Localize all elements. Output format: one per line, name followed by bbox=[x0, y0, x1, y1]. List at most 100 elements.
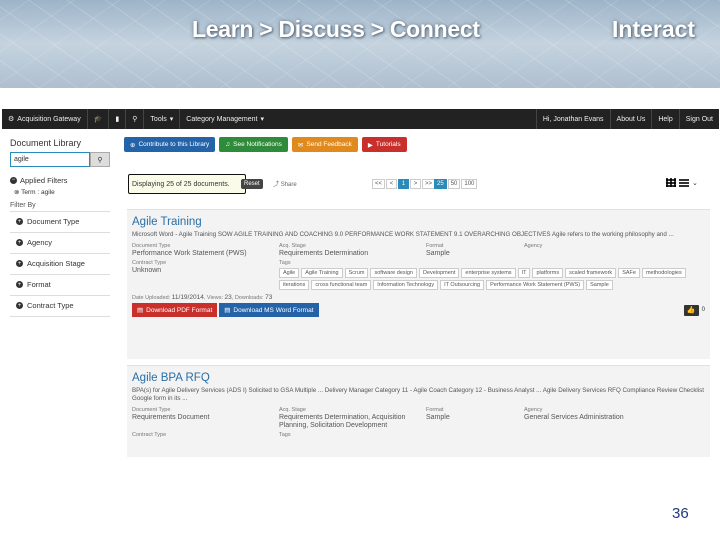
tag[interactable]: software design bbox=[370, 268, 417, 278]
grid-view-icon[interactable] bbox=[666, 178, 676, 187]
applied-filters-toggle[interactable]: − Applied Filters bbox=[10, 173, 110, 188]
meta-tags: Tags Agile Agile Training Scrum software… bbox=[279, 260, 699, 290]
chevron-down-icon: ▾ bbox=[260, 116, 265, 123]
applied-term[interactable]: ⊗ Term : agile bbox=[10, 188, 110, 196]
page-size-100[interactable]: 100 bbox=[461, 179, 478, 189]
search-button[interactable]: ⚲ bbox=[90, 152, 110, 167]
action-buttons: ⊕ Contribute to this Library ♫ See Notif… bbox=[124, 137, 714, 152]
reset-button[interactable]: Reset bbox=[241, 179, 263, 189]
meta-agency: Agency bbox=[524, 243, 674, 258]
meta-row: Document Type Requirements Document Acq.… bbox=[132, 407, 705, 430]
facet-document-type[interactable]: + Document Type bbox=[10, 212, 110, 233]
search-input[interactable]: agile bbox=[10, 152, 90, 167]
tag[interactable]: Development bbox=[418, 268, 460, 278]
view-switcher: ⌄ bbox=[666, 178, 698, 187]
meta-acq-stage: Acq. Stage Requirements Determination bbox=[279, 243, 426, 258]
tag[interactable]: Agile Training bbox=[301, 268, 343, 278]
results-toolbar: Displaying 25 of 25 documents. Reset ⤴ S… bbox=[128, 174, 712, 194]
search-icon: ⚲ bbox=[97, 156, 103, 164]
meta-label: Document Type bbox=[132, 243, 171, 249]
tag[interactable]: platforms bbox=[532, 268, 564, 278]
facet-agency[interactable]: + Agency bbox=[10, 233, 110, 254]
feedback-button[interactable]: ✉ Send Feedback bbox=[291, 137, 358, 152]
tag[interactable]: methodologies bbox=[641, 268, 686, 278]
nav-category-menu[interactable]: Category Management ▾ bbox=[179, 109, 270, 129]
result-title[interactable]: Agile Training bbox=[132, 216, 705, 228]
meta-label: Tags bbox=[279, 260, 291, 266]
contribute-label: Contribute to this Library bbox=[138, 141, 210, 148]
notifications-button[interactable]: ♫ See Notifications bbox=[219, 137, 288, 152]
plus-circle-icon: + bbox=[16, 302, 23, 309]
facet-acquisition-stage[interactable]: + Acquisition Stage bbox=[10, 254, 110, 275]
meta-row: Document Type Performance Work Statement… bbox=[132, 243, 705, 258]
envelope-icon: ✉ bbox=[297, 141, 304, 149]
result-snippet: Microsoft Word - Agile Training SOW AGIL… bbox=[132, 231, 674, 238]
views-label: Views: bbox=[206, 295, 223, 301]
views-count: 23 bbox=[224, 294, 232, 301]
page-size-25[interactable]: 25 bbox=[434, 179, 447, 189]
tutorials-button[interactable]: ▶ Tutorials bbox=[361, 137, 407, 152]
meta-label: Acq. Stage bbox=[279, 243, 306, 249]
download-word-label: Download MS Word Format bbox=[233, 306, 314, 314]
page-first[interactable]: << bbox=[372, 179, 386, 189]
meta-format: Format Sample bbox=[426, 243, 524, 258]
meta-label: Format bbox=[426, 243, 444, 249]
tag-list: Agile Agile Training Scrum software desi… bbox=[279, 268, 699, 290]
tag[interactable]: Sample bbox=[586, 280, 613, 290]
feedback-label: Send Feedback bbox=[306, 141, 352, 148]
tag[interactable]: IT Outsourcing bbox=[440, 280, 485, 290]
nav-tools-menu[interactable]: Tools ▾ bbox=[143, 109, 179, 129]
tag[interactable]: enterprise systems bbox=[461, 268, 516, 278]
page-size-options: 25 50 100 bbox=[434, 179, 478, 189]
page-prev[interactable]: < bbox=[386, 179, 398, 189]
meta-value: Requirements Document bbox=[132, 414, 210, 421]
facet-label: Format bbox=[27, 280, 51, 289]
remove-circle-icon: ⊗ bbox=[14, 189, 20, 196]
tag[interactable]: Performance Work Statement (PWS) bbox=[486, 280, 585, 290]
result-title[interactable]: Agile BPA RFQ bbox=[132, 372, 705, 384]
meta-row: Contract Type Unknown Tags Agile Agile T… bbox=[132, 260, 705, 290]
share-button[interactable]: ⤴ Share bbox=[273, 179, 297, 188]
nav-about[interactable]: About Us bbox=[609, 109, 652, 129]
tag[interactable]: cross functional team bbox=[311, 280, 372, 290]
filter-by-heading: Filter By bbox=[10, 202, 110, 212]
nav-search-icon[interactable]: ⚲ bbox=[125, 109, 143, 129]
video-icon: ▶ bbox=[367, 141, 373, 149]
pagination: << < 1 > >> bbox=[372, 179, 436, 189]
tag[interactable]: SAFe bbox=[618, 268, 640, 278]
slide-number: 36 bbox=[672, 505, 689, 522]
tag[interactable]: Scrum bbox=[344, 268, 369, 278]
facet-label: Contract Type bbox=[27, 301, 74, 310]
nav-user[interactable]: Hi, Jonathan Evans bbox=[535, 109, 610, 129]
download-pdf-button[interactable]: ▤ Download PDF Format bbox=[132, 303, 218, 317]
facet-contract-type[interactable]: + Contract Type bbox=[10, 296, 110, 317]
nav-signout[interactable]: Sign Out bbox=[678, 109, 719, 129]
meta-contract-type: Contract Type Unknown bbox=[132, 260, 279, 290]
thumbs-up-icon[interactable]: 👍 bbox=[683, 304, 699, 316]
plus-circle-icon: + bbox=[16, 260, 23, 267]
meta-label: Agency bbox=[524, 407, 543, 413]
page-next[interactable]: > bbox=[410, 179, 422, 189]
meta-format: Format Sample bbox=[426, 407, 524, 430]
chevron-down-icon[interactable]: ⌄ bbox=[692, 179, 698, 187]
search-row: agile ⚲ bbox=[10, 152, 110, 167]
nav-folder-icon[interactable]: ▮ bbox=[108, 109, 125, 129]
nav-brand[interactable]: ⚙ Acquisition Gateway bbox=[2, 109, 87, 129]
contribute-button[interactable]: ⊕ Contribute to this Library bbox=[124, 137, 216, 152]
tag[interactable]: Agile bbox=[279, 268, 300, 278]
applied-filters-label: Applied Filters bbox=[20, 176, 68, 185]
list-view-icon[interactable] bbox=[679, 178, 689, 187]
tag[interactable]: iterations bbox=[279, 280, 310, 290]
pdf-file-icon: ▤ bbox=[137, 307, 144, 314]
tag[interactable]: IT bbox=[517, 268, 531, 278]
page-current[interactable]: 1 bbox=[398, 179, 410, 189]
nav-help[interactable]: Help bbox=[651, 109, 678, 129]
page-size-50[interactable]: 50 bbox=[447, 179, 461, 189]
download-word-button[interactable]: ▤ Download MS Word Format bbox=[219, 303, 319, 317]
facet-format[interactable]: + Format bbox=[10, 275, 110, 296]
nav-tools-label: Tools bbox=[150, 115, 167, 123]
nav-training-icon[interactable]: 🎓 bbox=[86, 109, 109, 129]
tag[interactable]: scaled framework bbox=[565, 268, 617, 278]
tag[interactable]: Information Technology bbox=[373, 280, 439, 290]
meta-value: Sample bbox=[426, 414, 450, 421]
